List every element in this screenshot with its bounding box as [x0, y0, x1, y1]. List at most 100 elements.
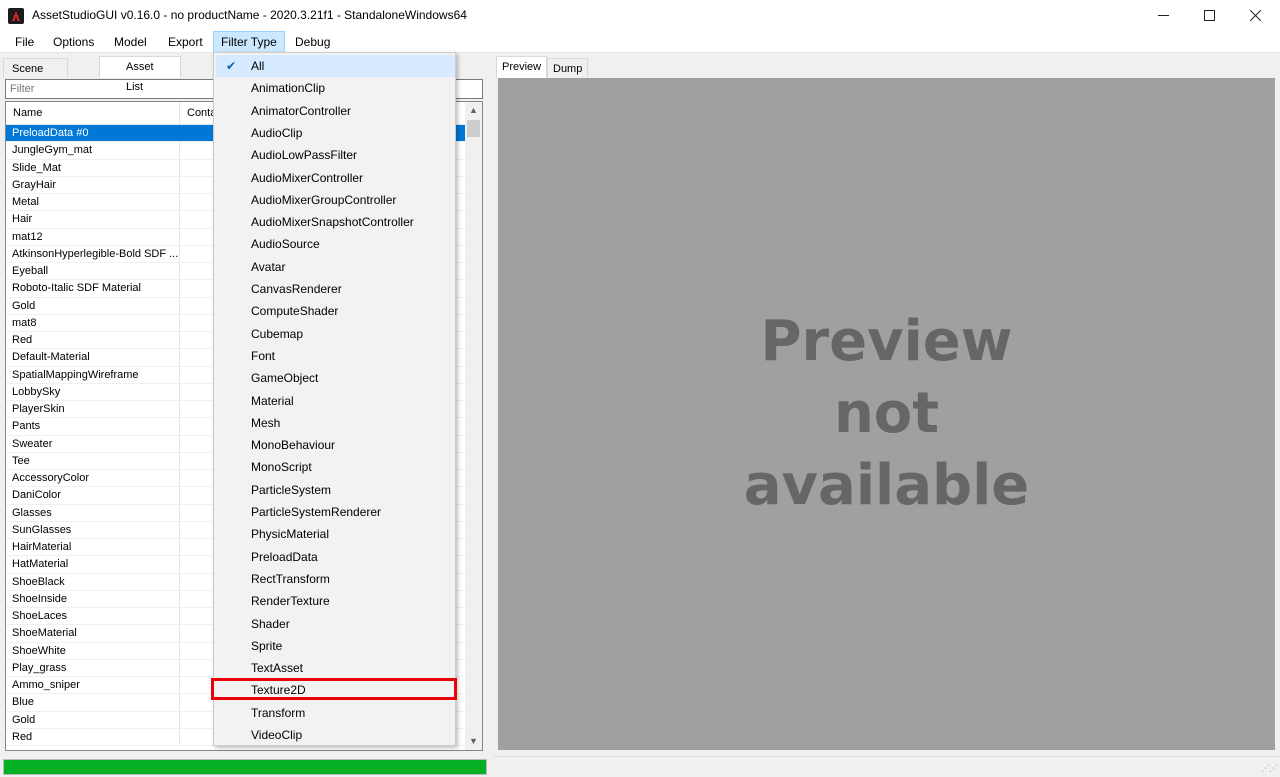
menu-item-preloaddata[interactable]: PreloadData — [216, 546, 455, 568]
menu-item-transform[interactable]: Transform — [216, 702, 455, 724]
filter-type-menu: ✔ All AnimationClip AnimatorController Audio… — [213, 52, 456, 746]
menu-item-monoscript[interactable]: MonoScript — [216, 456, 455, 478]
row-name: Ammo_sniper — [6, 677, 180, 694]
scroll-down-icon[interactable]: ▼ — [465, 733, 482, 750]
minimize-button[interactable] — [1140, 0, 1186, 31]
menu-item-particlesystem[interactable]: ParticleSystem — [216, 479, 455, 501]
menu-file[interactable]: File — [8, 31, 41, 53]
menu-item-shader[interactable]: Shader — [216, 613, 455, 635]
row-name: Blue — [6, 694, 180, 711]
menu-item-videoclip[interactable]: VideoClip — [216, 724, 455, 746]
menu-item-label: ParticleSystem — [251, 482, 332, 497]
tab-dump[interactable]: Dump — [547, 58, 589, 78]
menu-item-monobehaviour[interactable]: MonoBehaviour — [216, 434, 455, 456]
status-bar: ⋰⋰ — [0, 756, 1280, 777]
menu-item-animatorcontroller[interactable]: AnimatorController — [216, 100, 455, 122]
row-name: GrayHair — [6, 176, 180, 193]
menu-item-label: PhysicMaterial — [251, 527, 330, 542]
menu-item-all[interactable]: ✔ All — [216, 55, 455, 77]
menu-item-label: MonoScript — [251, 460, 312, 475]
progress-bar — [3, 759, 487, 775]
row-name: HairMaterial — [6, 539, 180, 556]
menu-bar: File Options Model Export Filter Type De… — [0, 31, 1280, 53]
menu-filter-type[interactable]: Filter Type — [213, 31, 285, 53]
preview-message: Preview not available — [743, 309, 1030, 518]
menu-debug[interactable]: Debug — [288, 31, 337, 53]
menu-item-particlesystemrenderer[interactable]: ParticleSystemRenderer — [216, 501, 455, 523]
menu-item-label: Font — [251, 348, 276, 363]
menu-item-gameobject[interactable]: GameObject — [216, 367, 455, 389]
row-name: SunGlasses — [6, 521, 180, 538]
menu-item-canvasrenderer[interactable]: CanvasRenderer — [216, 278, 455, 300]
window-title: AssetStudioGUI v0.16.0 - no productName … — [32, 8, 467, 22]
preview-area: Preview not available — [498, 78, 1275, 750]
row-name: Slide_Mat — [6, 159, 180, 176]
row-name: DaniColor — [6, 487, 180, 504]
menu-item-label: Transform — [251, 705, 306, 720]
row-name: PlayerSkin — [6, 401, 180, 418]
menu-item-label: PreloadData — [251, 549, 318, 564]
menu-item-recttransform[interactable]: RectTransform — [216, 568, 455, 590]
resize-grip-icon[interactable]: ⋰⋰ — [1261, 763, 1278, 774]
row-name: Gold — [6, 711, 180, 728]
column-name[interactable]: Name — [6, 102, 180, 125]
menu-item-label: AudioSource — [251, 237, 320, 252]
right-panel: Preview Dump Preview not available — [493, 56, 1280, 750]
menu-item-label: ParticleSystemRenderer — [251, 505, 382, 519]
menu-item-audiolowpassfilter[interactable]: AudioLowPassFilter — [216, 144, 455, 166]
status-text-area: ⋰⋰ — [494, 756, 1280, 777]
menu-item-label: GameObject — [251, 371, 319, 386]
menu-item-label: Avatar — [251, 259, 286, 274]
row-name: Tee — [6, 452, 180, 469]
close-button[interactable] — [1232, 0, 1278, 31]
menu-item-audiomixergroupcontroller[interactable]: AudioMixerGroupController — [216, 189, 455, 211]
close-icon — [1249, 10, 1261, 21]
row-name: LobbySky — [6, 383, 180, 400]
annotation-highlight-box — [211, 678, 457, 700]
menu-item-label: RenderTexture — [251, 594, 330, 609]
row-name: PreloadData #0 — [6, 125, 180, 142]
tab-asset-list[interactable]: Asset List — [99, 56, 181, 93]
row-name: ShoeMaterial — [6, 625, 180, 642]
menu-item-audiomixersnapshotcontroller[interactable]: AudioMixerSnapshotController — [216, 211, 455, 233]
menu-item-label: RectTransform — [251, 571, 330, 586]
menu-item-label: AudioMixerGroupController — [251, 192, 397, 207]
row-name: SpatialMappingWireframe — [6, 366, 180, 383]
menu-export[interactable]: Export — [161, 31, 210, 53]
row-name: JungleGym_mat — [6, 142, 180, 159]
row-name: Hair — [6, 211, 180, 228]
menu-item-animationclip[interactable]: AnimationClip — [216, 77, 455, 99]
menu-item-computeshader[interactable]: ComputeShader — [216, 300, 455, 322]
menu-item-label: Mesh — [251, 415, 281, 430]
menu-item-material[interactable]: Material — [216, 390, 455, 412]
menu-options[interactable]: Options — [46, 31, 101, 53]
menu-item-physicmaterial[interactable]: PhysicMaterial — [216, 523, 455, 545]
tab-preview[interactable]: Preview — [496, 56, 548, 78]
menu-item-label: CanvasRenderer — [251, 282, 342, 296]
menu-item-avatar[interactable]: Avatar — [216, 256, 455, 278]
tab-scene-hierarchy[interactable]: Scene Hierarchy — [3, 58, 69, 95]
menu-item-mesh[interactable]: Mesh — [216, 412, 455, 434]
menu-item-rendertexture[interactable]: RenderTexture — [216, 590, 455, 612]
menu-item-label: MonoBehaviour — [251, 438, 336, 453]
scroll-up-icon[interactable]: ▲ — [465, 102, 482, 119]
maximize-button[interactable] — [1186, 0, 1232, 31]
menu-item-label: AudioMixerController — [251, 170, 364, 185]
row-name: HatMaterial — [6, 556, 180, 573]
menu-item-sprite[interactable]: Sprite — [216, 635, 455, 657]
menu-item-label: All — [251, 59, 265, 73]
row-name: Red — [6, 728, 180, 745]
menu-item-audioclip[interactable]: AudioClip — [216, 122, 455, 144]
menu-item-font[interactable]: Font — [216, 345, 455, 367]
menu-item-textasset[interactable]: TextAsset — [216, 657, 455, 679]
checkmark-icon: ✔ — [226, 59, 237, 73]
menu-item-audiomixercontroller[interactable]: AudioMixerController — [216, 167, 455, 189]
list-scrollbar[interactable]: ▲ ▼ — [465, 102, 482, 750]
row-name: Eyeball — [6, 263, 180, 280]
scroll-thumb[interactable] — [467, 120, 480, 137]
progress-fill — [4, 760, 486, 774]
menu-model[interactable]: Model — [107, 31, 154, 53]
menu-item-audiosource[interactable]: AudioSource — [216, 233, 455, 255]
menu-item-cubemap[interactable]: Cubemap — [216, 323, 455, 345]
menu-item-label: TextAsset — [251, 661, 304, 676]
